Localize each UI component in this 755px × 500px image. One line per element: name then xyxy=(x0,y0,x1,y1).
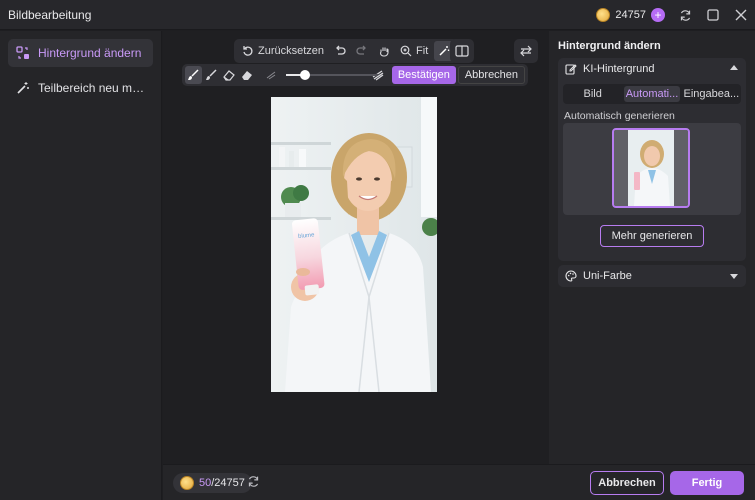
undo-icon xyxy=(336,45,346,55)
generated-thumbnail[interactable] xyxy=(612,128,690,208)
settings-panel: Hintergrund ändern KI-Hintergrund Bild A… xyxy=(549,31,755,464)
eraser-icon xyxy=(223,70,236,81)
close-icon[interactable] xyxy=(727,0,755,30)
background-swap-icon xyxy=(16,46,30,60)
confirm-button[interactable]: Bestätigen xyxy=(391,66,456,84)
tab-image[interactable]: Bild xyxy=(565,86,620,102)
source-tabs: Bild Automati... Eingabea... xyxy=(563,84,741,104)
eraser-tool[interactable] xyxy=(221,66,238,84)
view-toolbar: Zurücksetzen Fit xyxy=(234,39,459,63)
tab-prompt[interactable]: Eingabea... xyxy=(684,86,739,102)
window-title: Bildbearbeitung xyxy=(8,8,92,22)
undo-button[interactable] xyxy=(330,41,350,61)
ai-background-title: KI-Hintergrund xyxy=(583,63,655,75)
ai-background-header[interactable]: KI-Hintergrund xyxy=(558,58,746,80)
zoom-icon xyxy=(400,45,412,57)
coin-icon xyxy=(596,8,611,22)
brush-size-small-icon xyxy=(263,66,280,84)
credit-balance-value: 24757 xyxy=(615,9,646,21)
sidebar-item-label: Teilbereich neu mal... xyxy=(38,81,150,95)
magic-brush-icon xyxy=(439,46,450,56)
done-button[interactable]: Fertig xyxy=(670,471,744,495)
sidebar-item-change-background[interactable]: Hintergrund ändern xyxy=(8,39,153,67)
edited-photo: blume xyxy=(271,97,437,392)
zoom-fit-button[interactable]: Fit xyxy=(396,41,432,61)
tab-automatic[interactable]: Automati... xyxy=(624,86,680,102)
redo-button[interactable] xyxy=(352,41,372,61)
credit-balance: 24757 + xyxy=(596,8,665,22)
credits-used: 50 xyxy=(199,477,212,489)
solid-color-header[interactable]: Uni-Farbe xyxy=(558,265,746,287)
bottom-bar: 50/24757 Abbrechen Fertig xyxy=(163,464,755,500)
cancel-button[interactable]: Abbrechen xyxy=(590,471,664,495)
generate-more-button[interactable]: Mehr generieren xyxy=(600,225,704,247)
cancel-selection-button[interactable]: Abbrechen xyxy=(457,66,526,84)
sidebar: Hintergrund ändern Teilbereich neu mal..… xyxy=(0,31,162,500)
sync-icon[interactable] xyxy=(671,0,699,30)
auto-generate-label: Automatisch generieren xyxy=(564,110,675,122)
eraser-fill-icon xyxy=(242,71,253,80)
edit-icon xyxy=(565,64,577,75)
maximize-icon[interactable] xyxy=(699,0,727,30)
brush-plus-icon xyxy=(206,69,217,80)
brush-toolbar: Bestätigen Abbrechen xyxy=(182,64,528,86)
coin-icon xyxy=(180,476,194,490)
solid-color-card[interactable]: Uni-Farbe xyxy=(558,265,746,287)
generated-results xyxy=(563,123,741,215)
swap-button[interactable] xyxy=(514,39,538,63)
brush-size-slider[interactable] xyxy=(286,69,379,81)
add-credits-button[interactable]: + xyxy=(651,8,665,22)
solid-color-title: Uni-Farbe xyxy=(583,270,632,282)
panel-title: Hintergrund ändern xyxy=(558,40,661,52)
credits-usage: 50/24757 xyxy=(173,473,252,493)
expand-icon[interactable] xyxy=(730,274,738,279)
refresh-icon[interactable] xyxy=(247,475,260,491)
title-bar: Bildbearbeitung 24757 + xyxy=(0,0,755,30)
pan-button[interactable] xyxy=(374,41,394,61)
reset-button[interactable]: Zurücksetzen xyxy=(238,41,328,61)
palette-icon xyxy=(565,270,577,282)
sidebar-item-repaint-area[interactable]: Teilbereich neu mal... xyxy=(8,74,153,102)
redo-icon xyxy=(356,45,366,55)
compare-icon xyxy=(455,45,469,57)
brush-icon xyxy=(188,69,199,80)
magic-wand-icon xyxy=(16,81,30,95)
swap-icon xyxy=(520,45,532,57)
brush-tool[interactable] xyxy=(185,66,202,84)
collapse-icon[interactable] xyxy=(730,65,738,70)
photo-illustration: blume xyxy=(271,97,437,392)
sidebar-item-label: Hintergrund ändern xyxy=(38,46,142,60)
reset-label: Zurücksetzen xyxy=(258,45,325,57)
title-bar-controls: 24757 + xyxy=(596,0,755,30)
compare-button[interactable] xyxy=(450,39,474,63)
fit-label: Fit xyxy=(416,45,429,57)
reset-icon xyxy=(243,46,253,56)
brush-size-handle[interactable] xyxy=(299,70,310,80)
canvas-area: Zurücksetzen Fit Bestätigen Abbrechen bl… xyxy=(163,31,549,464)
brush-add-tool[interactable] xyxy=(203,66,220,84)
eraser-alt-tool[interactable] xyxy=(239,66,256,84)
credits-total: /24757 xyxy=(211,477,245,489)
ai-background-card: KI-Hintergrund Bild Automati... Eingabea… xyxy=(558,58,746,261)
hand-icon xyxy=(379,47,389,57)
